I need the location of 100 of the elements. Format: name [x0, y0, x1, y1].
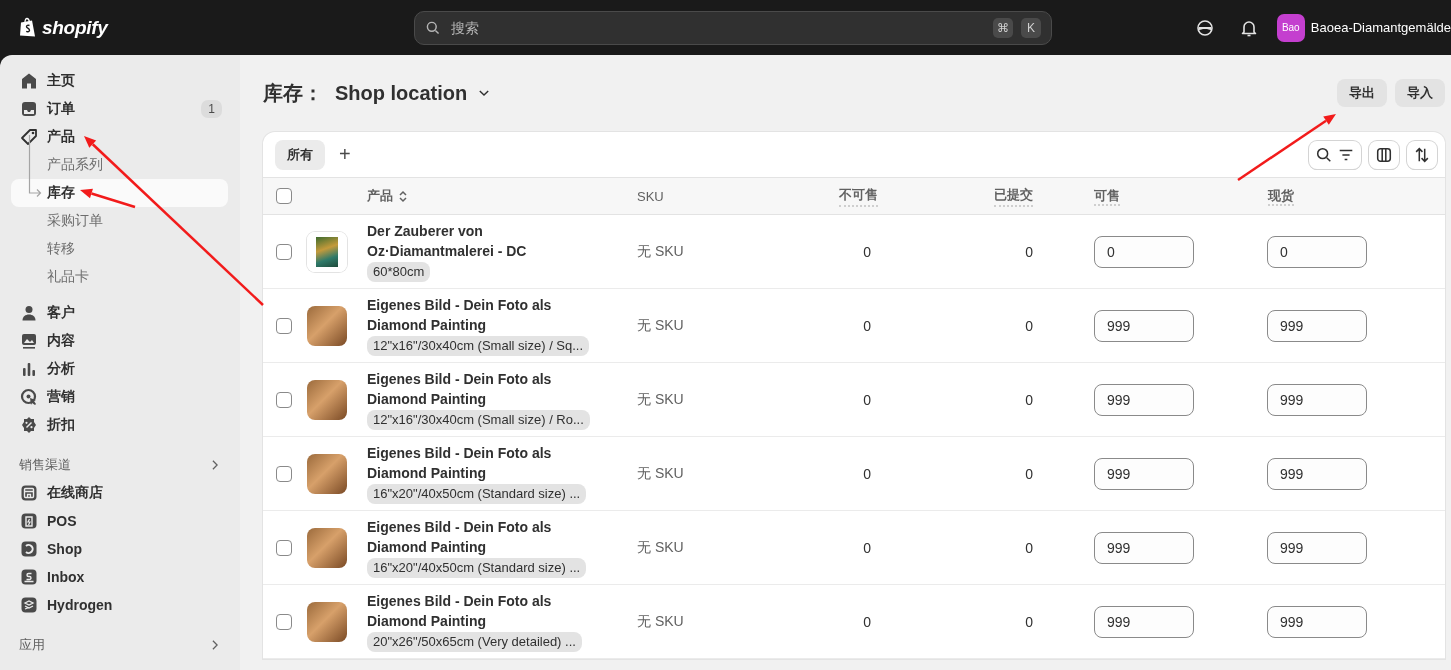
- sidebar-item[interactable]: 内容: [11, 327, 228, 355]
- photo-placeholder: [307, 601, 347, 642]
- on-hand-field[interactable]: 999: [1267, 309, 1367, 342]
- painting-thumbnail: [307, 231, 347, 272]
- on-hand-field[interactable]: 999: [1267, 531, 1367, 564]
- unavailable-count: 0: [862, 317, 872, 334]
- search-field[interactable]: 搜索: [449, 18, 985, 37]
- sort-arrows-icon: [1413, 145, 1431, 164]
- row-checkbox[interactable]: [276, 317, 292, 334]
- chat-app-icon: [19, 567, 39, 587]
- search-bar[interactable]: 搜索 ⌘ K: [414, 10, 1052, 45]
- filter-tab[interactable]: 所有: [275, 139, 325, 170]
- mask-icon: [1194, 17, 1215, 38]
- available-field[interactable]: 999: [1094, 457, 1194, 490]
- brand-logo[interactable]: shopify: [42, 16, 108, 39]
- unavailable-count: 0: [862, 613, 872, 630]
- sidebar-item[interactable]: Hydrogen: [11, 591, 228, 619]
- sidebar-item[interactable]: 产品: [11, 123, 228, 151]
- select-all-checkbox[interactable]: [276, 188, 292, 204]
- row-checkbox[interactable]: [276, 243, 292, 260]
- product-title[interactable]: Eigenes Bild - Dein Foto als Diamond Painting: [367, 591, 597, 631]
- sidebar-item[interactable]: 在线商店: [11, 479, 228, 507]
- committed-count: 0: [1024, 465, 1034, 482]
- column-header: 不可售: [839, 185, 878, 207]
- home-icon: [19, 71, 39, 91]
- image-icon: [19, 331, 39, 351]
- column-header[interactable]: 产品: [367, 187, 393, 205]
- action-button[interactable]: 导入: [1395, 79, 1445, 107]
- sku-cell-text: 无 SKU: [636, 242, 685, 261]
- location-dropdown[interactable]: Shop location: [335, 81, 492, 105]
- on-hand-field[interactable]: 999: [1267, 457, 1367, 490]
- on-hand-field[interactable]: 999: [1267, 383, 1367, 416]
- action-button[interactable]: 导出: [1337, 79, 1387, 107]
- committed-count: 0: [1024, 391, 1034, 408]
- store-icon: [19, 483, 39, 503]
- available-field[interactable]: 999: [1094, 531, 1194, 564]
- unavailable-count: 0: [862, 243, 872, 260]
- column-header: SKU: [636, 188, 665, 204]
- columns-icon: [1375, 145, 1393, 164]
- column-header: 可售: [1094, 188, 1120, 206]
- sidebar-item[interactable]: Inbox: [11, 563, 228, 591]
- product-title[interactable]: Der Zauberer von Oz·Diamantmalerei - DC: [367, 221, 597, 261]
- product-title[interactable]: Eigenes Bild - Dein Foto als Diamond Painting: [367, 443, 597, 483]
- available-field[interactable]: 999: [1094, 605, 1194, 638]
- row-checkbox[interactable]: [276, 391, 292, 408]
- sidebar-subitem[interactable]: 库存: [11, 179, 228, 207]
- sort-caret-icon: [397, 189, 409, 203]
- variant-tag: 16"x20"/40x50cm (Standard size) ...: [367, 558, 587, 578]
- layers-icon: [19, 595, 39, 615]
- available-field[interactable]: 999: [1094, 309, 1194, 342]
- sidebar-item[interactable]: 折扣: [11, 411, 228, 439]
- sidebar-subitem[interactable]: 礼品卡: [11, 263, 228, 291]
- section-heading: 应用: [19, 636, 45, 654]
- add-tab-button[interactable]: +: [333, 143, 357, 166]
- sidebar-item[interactable]: 客户: [11, 299, 228, 327]
- sku-cell-text: 无 SKU: [636, 538, 685, 557]
- row-checkbox[interactable]: [276, 613, 292, 630]
- target-icon: [19, 387, 39, 407]
- on-hand-field[interactable]: 999: [1267, 605, 1367, 638]
- search-filter-button[interactable]: [1309, 140, 1361, 169]
- sidebar-item[interactable]: 主页: [11, 67, 228, 95]
- sidebar-item[interactable]: 分析: [11, 355, 228, 383]
- product-title[interactable]: Eigenes Bild - Dein Foto als Diamond Painting: [367, 295, 597, 335]
- column-header: 已提交: [994, 185, 1033, 207]
- available-field[interactable]: 0: [1094, 235, 1194, 268]
- variant-tag: 12"x16"/30x40cm (Small size) / Sq...: [367, 336, 590, 356]
- sidebar-subitem[interactable]: 产品系列: [11, 151, 228, 179]
- store-name[interactable]: Baoea-Diamantgemälde: [1310, 20, 1451, 35]
- available-field[interactable]: 999: [1094, 383, 1194, 416]
- search-icon: [425, 19, 441, 36]
- page-title: 库存：: [263, 80, 323, 106]
- variant-tag: 12"x16"/30x40cm (Small size) / Ro...: [367, 410, 590, 430]
- shopping-bag-icon: [18, 16, 38, 39]
- sku-cell-text: 无 SKU: [636, 612, 685, 631]
- sidebar-item[interactable]: 订单 1: [11, 95, 228, 123]
- committed-count: 0: [1024, 613, 1034, 630]
- unavailable-count: 0: [862, 539, 872, 556]
- sidebar-item[interactable]: POS: [11, 507, 228, 535]
- sidebar-subitem[interactable]: 转移: [11, 235, 228, 263]
- inbox-icon: [19, 99, 39, 119]
- sidebar-subitem[interactable]: 采购订单: [11, 207, 228, 235]
- committed-count: 0: [1024, 539, 1034, 556]
- sort-button[interactable]: [1407, 140, 1437, 169]
- on-hand-field[interactable]: 0: [1267, 235, 1367, 268]
- tag-icon: [19, 127, 39, 147]
- product-title[interactable]: Eigenes Bild - Dein Foto als Diamond Painting: [367, 517, 597, 557]
- committed-count: 0: [1024, 243, 1034, 260]
- photo-placeholder: [307, 305, 347, 346]
- unavailable-count: 0: [862, 391, 872, 408]
- columns-button[interactable]: [1369, 140, 1399, 169]
- committed-count: 0: [1024, 317, 1034, 334]
- store-avatar[interactable]: Bao: [1276, 13, 1305, 42]
- product-title[interactable]: Eigenes Bild - Dein Foto als Diamond Painting: [367, 369, 597, 409]
- variant-tag: 20"x26"/50x65cm (Very detailed) ...: [367, 632, 582, 652]
- row-checkbox[interactable]: [276, 539, 292, 556]
- sidebar-item[interactable]: Shop: [11, 535, 228, 563]
- unavailable-count: 0: [862, 465, 872, 482]
- sidebar-item[interactable]: 营销: [11, 383, 228, 411]
- variant-tag: 16"x20"/40x50cm (Standard size) ...: [367, 484, 587, 504]
- row-checkbox[interactable]: [276, 465, 292, 482]
